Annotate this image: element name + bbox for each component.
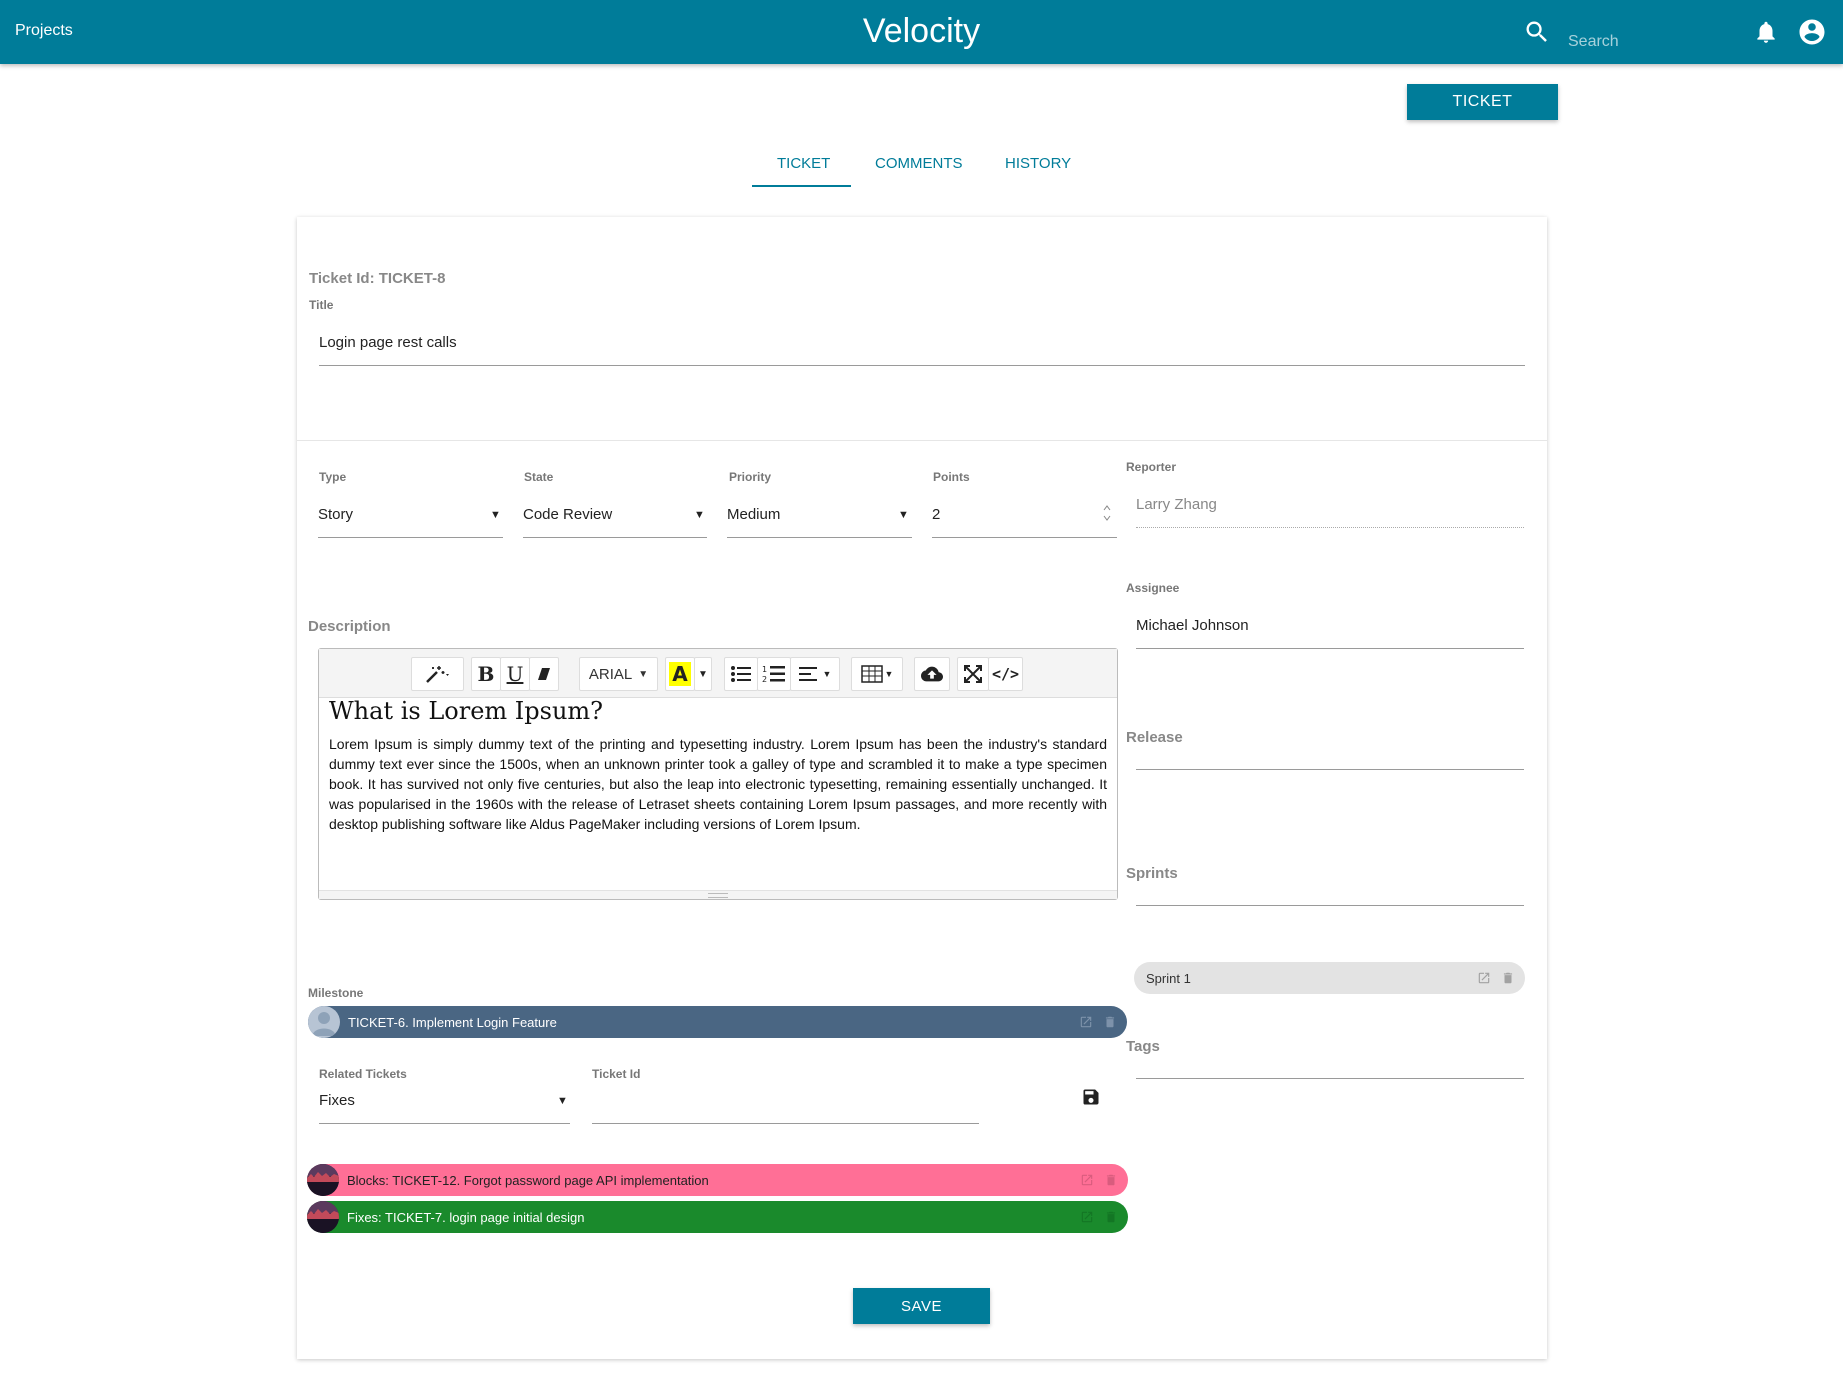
priority-value: Medium [727, 506, 781, 523]
type-underline [318, 537, 503, 538]
title-input[interactable]: Login page rest calls [319, 334, 457, 351]
highlight-dropdown-caret[interactable]: ▼ [694, 657, 712, 691]
top-app-bar: Projects Velocity [0, 0, 1843, 64]
number-spinner-icon[interactable] [1102, 502, 1112, 524]
description-heading: What is Lorem Ipsum? [329, 697, 604, 725]
assignee-underline [1136, 648, 1524, 649]
tab-history[interactable]: HISTORY [1005, 155, 1071, 172]
related-ticket-chip-label: Fixes: TICKET-7. login page initial desi… [347, 1209, 585, 1225]
caret-down-icon: ▼ [898, 509, 909, 521]
magic-style-icon[interactable] [411, 657, 464, 691]
delete-icon[interactable] [1104, 1173, 1118, 1187]
priority-underline [727, 537, 912, 538]
caret-down-icon: ▼ [694, 509, 705, 521]
related-ticket-chip[interactable]: Fixes: TICKET-7. login page initial desi… [307, 1201, 1128, 1233]
active-tab-indicator [752, 185, 851, 187]
reporter-label: Reporter [1126, 460, 1177, 474]
caret-down-icon: ▼ [490, 509, 501, 521]
delete-icon[interactable] [1501, 971, 1515, 985]
ticket-button[interactable]: TICKET [1407, 84, 1558, 120]
bell-icon[interactable] [1753, 19, 1779, 45]
tab-ticket[interactable]: TICKET [777, 155, 830, 172]
points-label: Points [933, 470, 970, 484]
related-type-underline [319, 1123, 570, 1124]
reporter-underline [1136, 527, 1524, 528]
ticket-id-label: Ticket Id: TICKET-8 [309, 270, 446, 287]
assignee-label: Assignee [1126, 581, 1180, 595]
assignee-input[interactable]: Michael Johnson [1136, 617, 1249, 634]
title-label: Title [309, 298, 334, 312]
cloud-upload-icon[interactable] [914, 657, 950, 691]
related-ticket-chip-label: Blocks: TICKET-12. Forgot password page … [347, 1172, 709, 1188]
type-value: Story [318, 506, 354, 523]
milestone-label: Milestone [308, 986, 364, 1000]
related-ticket-id-label: Ticket Id [592, 1067, 641, 1081]
avatar [308, 1006, 340, 1038]
milestone-chip[interactable]: TICKET-6. Implement Login Feature [308, 1006, 1127, 1038]
save-button[interactable]: SAVE [853, 1288, 990, 1324]
underline-icon[interactable]: U [500, 657, 530, 691]
description-label: Description [308, 618, 391, 635]
related-ticket-chip[interactable]: Blocks: TICKET-12. Forgot password page … [307, 1164, 1128, 1196]
points-underline [932, 537, 1117, 538]
highlight-color-icon[interactable]: A [665, 657, 695, 691]
save-floppy-icon[interactable] [1081, 1087, 1101, 1107]
avatar [307, 1201, 339, 1233]
avatar [307, 1164, 339, 1196]
align-icon[interactable]: ▼ [790, 657, 840, 691]
fullscreen-icon[interactable] [957, 657, 989, 691]
description-editor[interactable]: B U ARIAL ▼ A ▼ 12 ▼ ▼ </> What is Lorem… [318, 648, 1118, 900]
eraser-icon[interactable] [529, 657, 559, 691]
sprints-underline[interactable] [1136, 905, 1524, 906]
svg-text:2: 2 [762, 675, 767, 684]
description-body: Lorem Ipsum is simply dummy text of the … [329, 736, 1107, 832]
tags-underline [1136, 1078, 1524, 1079]
card-divider [297, 440, 1547, 441]
code-view-icon[interactable]: </> [988, 657, 1023, 691]
open-external-icon[interactable] [1080, 1210, 1094, 1224]
release-underline [1136, 769, 1524, 770]
editor-toolbar: B U ARIAL ▼ A ▼ 12 ▼ ▼ </> [319, 649, 1117, 698]
related-type-value: Fixes [319, 1092, 355, 1109]
open-external-icon[interactable] [1080, 1173, 1094, 1187]
state-value: Code Review [523, 506, 613, 523]
type-label: Type [319, 470, 347, 484]
sprints-label: Sprints [1126, 865, 1178, 882]
related-tickets-label: Related Tickets [319, 1067, 407, 1081]
tags-label: Tags [1126, 1038, 1160, 1055]
related-ticket-id-underline [592, 1123, 979, 1124]
search-input[interactable] [1566, 28, 1720, 56]
priority-label: Priority [729, 470, 772, 484]
state-underline [523, 537, 707, 538]
release-label: Release [1126, 729, 1183, 746]
state-label: State [524, 470, 554, 484]
points-input[interactable]: 2 [932, 506, 940, 523]
font-name-dropdown[interactable]: ARIAL ▼ [579, 657, 658, 691]
svg-text:1: 1 [762, 665, 767, 674]
table-icon[interactable]: ▼ [851, 657, 903, 691]
open-external-icon[interactable] [1477, 971, 1491, 985]
bullet-list-icon[interactable] [724, 657, 758, 691]
caret-down-icon: ▼ [557, 1095, 568, 1107]
open-external-icon[interactable] [1079, 1015, 1093, 1029]
reporter-value: Larry Zhang [1136, 496, 1217, 513]
milestone-chip-label: TICKET-6. Implement Login Feature [348, 1014, 557, 1030]
tab-comments[interactable]: COMMENTS [875, 155, 963, 172]
editor-resize-handle[interactable] [319, 890, 1117, 899]
title-underline [319, 365, 1525, 366]
bold-icon[interactable]: B [471, 657, 501, 691]
sprint-chip[interactable]: Sprint 1 [1134, 962, 1525, 994]
delete-icon[interactable] [1103, 1015, 1117, 1029]
search-icon[interactable] [1523, 18, 1551, 46]
account-circle-icon[interactable] [1797, 17, 1827, 47]
delete-icon[interactable] [1104, 1210, 1118, 1224]
sprint-chip-label: Sprint 1 [1146, 970, 1191, 986]
numbered-list-icon[interactable]: 12 [757, 657, 791, 691]
font-name-label: ARIAL [588, 665, 633, 683]
